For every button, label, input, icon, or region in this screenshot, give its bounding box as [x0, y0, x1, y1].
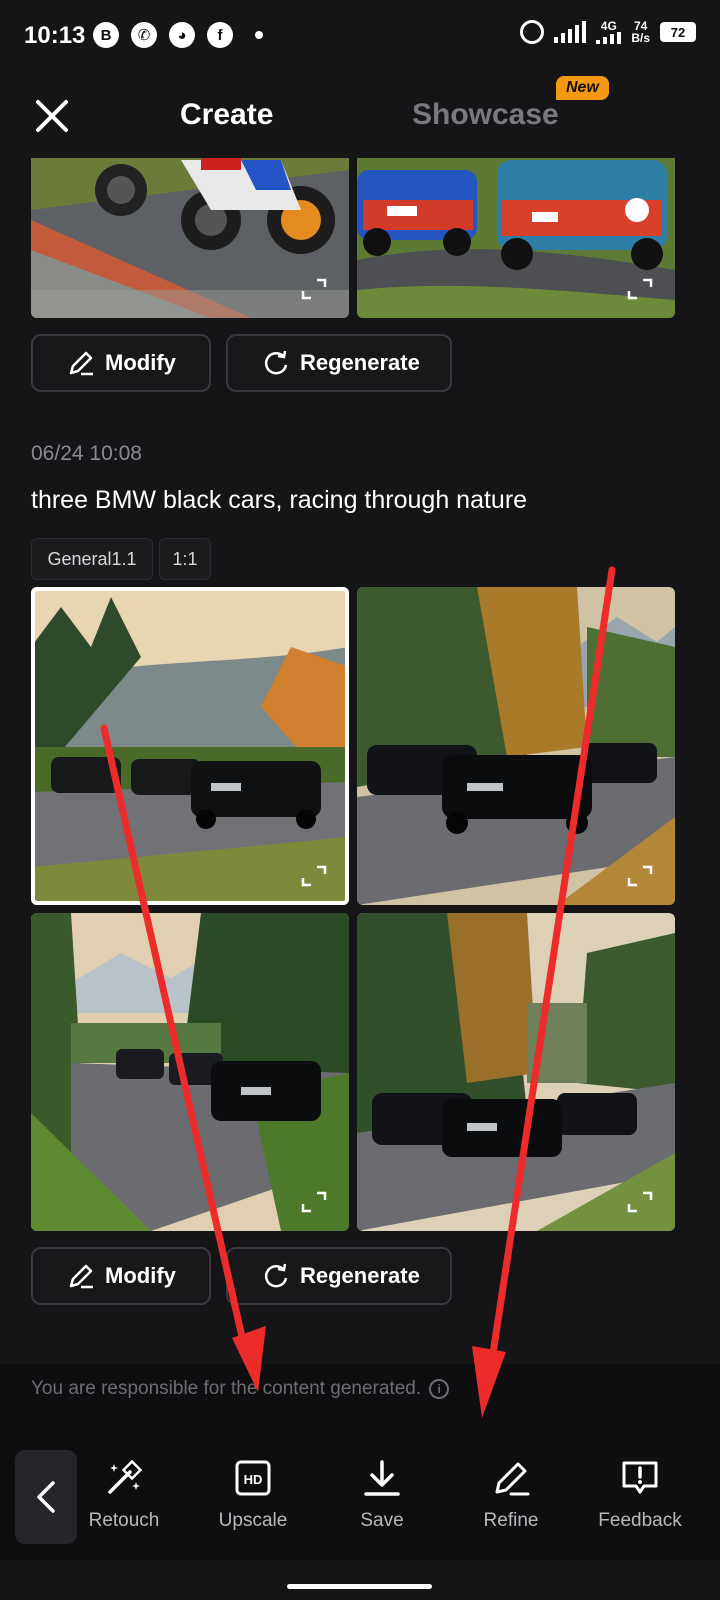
- expand-icon[interactable]: [627, 278, 653, 300]
- bmw-cars-image-4: [357, 913, 675, 1231]
- home-indicator[interactable]: [287, 1584, 432, 1589]
- pencil-icon: [69, 1264, 93, 1289]
- generated-image[interactable]: [357, 913, 675, 1231]
- expand-icon[interactable]: [627, 865, 653, 887]
- alarm-icon: [520, 20, 545, 44]
- modify-label: Modify: [105, 1263, 176, 1288]
- regenerate-label: Regenerate: [300, 1263, 420, 1288]
- ratio-tag: 1:1: [159, 538, 211, 580]
- info-icon[interactable]: i: [429, 1379, 450, 1399]
- navigation-bar: [0, 1560, 720, 1600]
- modify-button[interactable]: Modify: [31, 334, 211, 392]
- status-time: 10:13: [24, 22, 86, 49]
- notification-icons: B ✆ ◕ f: [93, 22, 263, 48]
- facebook-icon: f: [207, 22, 233, 48]
- signal-icon: [554, 21, 587, 43]
- retouch-label: Retouch: [88, 1510, 160, 1531]
- regenerate-button[interactable]: Regenerate: [226, 334, 452, 392]
- generated-image[interactable]: [31, 150, 349, 318]
- generated-image[interactable]: [357, 587, 675, 905]
- generated-image-selected[interactable]: [31, 587, 349, 905]
- magic-wand-icon: [108, 1459, 143, 1494]
- pencil-icon: [69, 351, 93, 376]
- discord-icon: ◕: [169, 22, 195, 48]
- system-icons: 4G 74 B/s 72: [520, 20, 696, 44]
- hd-icon: HD: [235, 1460, 271, 1496]
- chevron-left-icon: [37, 1481, 55, 1513]
- prompt-text: three BMW black cars, racing through nat…: [31, 486, 528, 514]
- network-speed: 74 B/s: [631, 19, 650, 45]
- upscale-label: Upscale: [218, 1510, 288, 1531]
- feedback-icon: [622, 1461, 658, 1494]
- bmw-cars-image-3: [31, 913, 349, 1231]
- refresh-icon: [264, 350, 288, 375]
- battery-icon: 72: [660, 22, 696, 42]
- tab-showcase[interactable]: Showcase: [412, 98, 559, 132]
- tab-create[interactable]: Create: [180, 98, 273, 132]
- status-bar: 10:13 B ✆ ◕ f 4G 74 B/s 72: [0, 0, 720, 72]
- signal-4g-icon: [596, 32, 622, 44]
- bottom-toolbar: Retouch HD Upscale Save Refine Feedback: [0, 1420, 720, 1560]
- bmw-cars-image-2: [357, 587, 675, 905]
- feedback-button[interactable]: Feedback: [580, 1458, 700, 1532]
- expand-icon[interactable]: [301, 1191, 327, 1213]
- retouch-button[interactable]: Retouch: [64, 1458, 184, 1532]
- disclaimer-band: You are responsible for the content gene…: [0, 1364, 720, 1420]
- save-label: Save: [360, 1510, 404, 1531]
- generated-image[interactable]: [31, 913, 349, 1231]
- refresh-icon: [264, 1263, 288, 1288]
- refine-button[interactable]: Refine: [451, 1458, 571, 1532]
- expand-icon[interactable]: [627, 1191, 653, 1213]
- whatsapp-icon: ✆: [131, 22, 157, 48]
- feedback-label: Feedback: [598, 1510, 682, 1531]
- refine-label: Refine: [483, 1510, 539, 1531]
- svg-text:HD: HD: [244, 1472, 263, 1487]
- download-icon: [364, 1460, 400, 1496]
- bmw-cars-image-1: [31, 587, 349, 905]
- more-notifications-icon: [255, 31, 263, 39]
- modify-label: Modify: [105, 350, 176, 375]
- disclaimer-text: You are responsible for the content gene…: [31, 1378, 422, 1399]
- new-badge: New: [556, 76, 609, 100]
- disclaimer: You are responsible for the content gene…: [31, 1378, 450, 1400]
- expand-icon[interactable]: [301, 278, 327, 300]
- save-button[interactable]: Save: [322, 1458, 442, 1532]
- expand-icon[interactable]: [301, 865, 327, 887]
- network-type: 4G: [596, 20, 622, 44]
- close-icon[interactable]: [30, 94, 74, 138]
- regenerate-button[interactable]: Regenerate: [226, 1247, 452, 1305]
- regenerate-label: Regenerate: [300, 350, 420, 375]
- header: Create Showcase New: [0, 72, 720, 158]
- modify-button[interactable]: Modify: [31, 1247, 211, 1305]
- upscale-button[interactable]: HD Upscale: [193, 1458, 313, 1532]
- pencil-icon: [495, 1462, 530, 1496]
- model-tag: General1.1: [31, 538, 153, 580]
- b-icon: B: [93, 22, 119, 48]
- generated-image[interactable]: [357, 150, 675, 318]
- generation-timestamp: 06/24 10:08: [31, 442, 142, 465]
